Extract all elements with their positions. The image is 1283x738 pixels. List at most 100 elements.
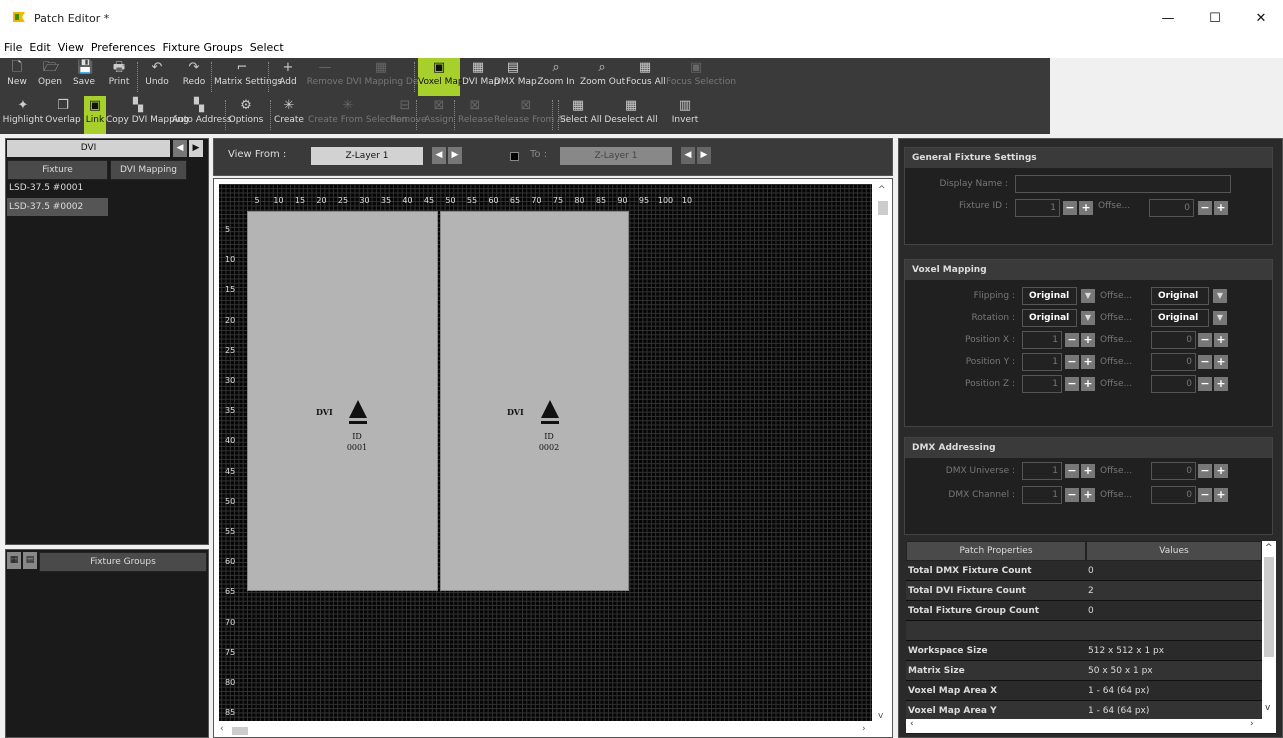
dmx-channel-offset-input[interactable]: 0 [1151,486,1196,504]
focus-all-button[interactable]: ▦ Focus All [626,58,666,96]
plus-icon[interactable]: + [1214,488,1228,502]
menu-fixture-groups[interactable]: Fixture Groups [159,38,246,54]
properties-scrollbar[interactable]: ^ v [1262,541,1276,719]
table-row[interactable]: Total DVI Fixture Count 2 [906,581,1262,601]
zoom-in-button[interactable]: ⌕ Zoom In [534,58,578,96]
position-x-input[interactable]: 1 [1022,331,1062,349]
minus-icon[interactable]: − [1065,377,1079,391]
display-name-input[interactable] [1015,175,1231,193]
minus-icon[interactable]: − [1198,355,1212,369]
view-from-prev-icon[interactable]: ◀ [432,147,446,164]
table-row[interactable]: Total DMX Fixture Count 0 [906,561,1262,581]
minimize-button[interactable]: — [1145,4,1191,34]
group-tree-icon[interactable]: ▤ [23,552,37,569]
to-checkbox[interactable] [510,152,519,161]
vertical-scrollbar[interactable]: ^ v [874,179,892,724]
column-patch-properties[interactable]: Patch Properties [906,541,1086,561]
position-y-offset-input[interactable]: 0 [1151,353,1196,371]
view-from-select[interactable]: Z-Layer 1 [311,147,423,165]
fixture-tile-0001[interactable]: DVI ID 0001 [247,211,438,591]
menu-file[interactable]: File [0,38,25,54]
scroll-right-icon[interactable]: › [1250,719,1254,729]
scroll-thumb[interactable] [878,201,888,215]
release-all-button[interactable]: ⊠ Release From All [494,96,568,134]
position-y-input[interactable]: 1 [1022,353,1062,371]
position-z-input[interactable]: 1 [1022,375,1062,393]
plus-icon[interactable]: + [1214,464,1228,478]
create-from-selection-button[interactable]: ✳ Create From Selection [308,96,407,134]
matrix-settings-button[interactable]: ⌐ Matrix Settings [214,58,282,96]
plus-icon[interactable]: + [1081,464,1095,478]
minus-icon[interactable]: − [1063,201,1077,215]
table-row[interactable] [906,621,1262,641]
minus-icon[interactable]: − [1198,464,1212,478]
chevron-down-icon[interactable]: ▼ [1213,289,1227,303]
plus-icon[interactable]: + [1214,355,1228,369]
select-all-button[interactable]: ▦ Select All [560,96,602,134]
dmx-map-button[interactable]: ▤ DMX Map [494,58,537,96]
arrow-right-icon[interactable]: ▶ [189,140,203,157]
release-button[interactable]: ⊠ Release [458,96,493,134]
fixture-tile-0002[interactable]: DVI ID 0002 [440,211,629,591]
dmx-universe-input[interactable]: 1 [1022,462,1062,480]
chevron-down-icon[interactable]: ▼ [1081,289,1095,303]
to-select[interactable]: Z-Layer 1 [560,147,672,165]
plus-icon[interactable]: + [1214,333,1228,347]
dvi-map-button[interactable]: ▦ DVI Map [462,58,499,96]
rotation-offset-select[interactable]: Original [1151,309,1209,327]
column-dvi-mapping[interactable]: DVI Mapping [110,160,187,180]
column-values[interactable]: Values [1086,541,1262,561]
close-button[interactable]: ✕ [1238,4,1283,34]
flipping-select[interactable]: Original [1022,287,1077,305]
menu-preferences[interactable]: Preferences [87,38,159,54]
plus-icon[interactable]: + [1081,377,1095,391]
menu-edit[interactable]: Edit [25,38,53,54]
minus-icon[interactable]: − [1065,333,1079,347]
overlap-button[interactable]: ❐ Overlap [44,96,82,134]
auto-address-button[interactable]: ▚ Auto Address [172,96,232,134]
rotation-select[interactable]: Original [1022,309,1077,327]
minus-icon[interactable]: − [1198,488,1212,502]
to-next-icon[interactable]: ▶ [697,147,711,164]
zoom-out-button[interactable]: ⌕ Zoom Out [580,58,625,96]
maximize-button[interactable]: ☐ [1192,4,1238,34]
assign-button[interactable]: ⊠ Assign [422,96,456,134]
new-file-button[interactable]: 🗋 New [2,58,32,96]
group-view-icon[interactable]: ▦ [7,552,21,569]
properties-hscrollbar[interactable]: ‹ › [906,719,1276,733]
dvi-defaults-button[interactable]: ▦ DVI Mapping Defaults [346,58,444,96]
print-button[interactable]: 🖶 Print [102,58,136,96]
scroll-up-icon[interactable]: ^ [1265,543,1273,553]
focus-selection-button[interactable]: ▣ Focus Selection [666,58,736,96]
arrow-left-icon[interactable]: ◀ [173,140,187,157]
minus-icon[interactable]: − [1198,201,1212,215]
to-prev-icon[interactable]: ◀ [681,147,695,164]
plus-icon[interactable]: + [1081,488,1095,502]
scroll-left-icon[interactable]: ‹ [220,724,224,734]
plus-icon[interactable]: + [1079,201,1093,215]
highlight-button[interactable]: ✦ Highlight [2,96,44,134]
scroll-up-icon[interactable]: ^ [878,185,886,195]
menu-select[interactable]: Select [246,38,287,54]
flipping-offset-select[interactable]: Original [1151,287,1209,305]
minus-icon[interactable]: − [1065,464,1079,478]
minus-icon[interactable]: − [1198,333,1212,347]
table-row[interactable]: Voxel Map Area X 1 - 64 (64 px) [906,681,1262,701]
undo-button[interactable]: ↶ Undo [140,58,174,96]
scroll-left-icon[interactable]: ‹ [910,719,914,729]
scroll-right-icon[interactable]: › [862,724,866,734]
scroll-down-icon[interactable]: v [1265,703,1270,713]
position-x-offset-input[interactable]: 0 [1151,331,1196,349]
table-row[interactable]: Total Fixture Group Count 0 [906,601,1262,621]
scroll-thumb-h[interactable] [232,727,248,735]
column-fixture[interactable]: Fixture [7,160,108,180]
create-button[interactable]: ✳ Create [272,96,306,134]
scroll-down-icon[interactable]: v [878,711,883,721]
save-button[interactable]: 💾 Save [68,58,100,96]
plus-icon[interactable]: + [1081,333,1095,347]
plus-icon[interactable]: + [1214,201,1228,215]
plus-icon[interactable]: + [1214,377,1228,391]
horizontal-scrollbar[interactable]: ‹ › [214,724,874,737]
menu-view[interactable]: View [54,38,87,54]
table-row[interactable]: Matrix Size 50 x 50 x 1 px [906,661,1262,681]
